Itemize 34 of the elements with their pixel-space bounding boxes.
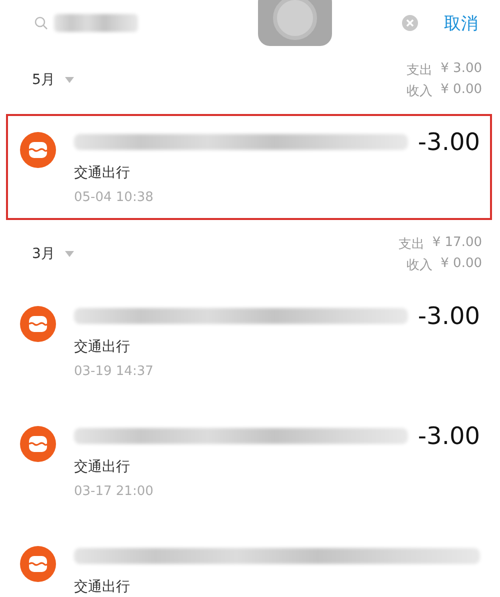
amount: -3.00 [418,302,480,330]
total-value: ¥ 0.00 [440,82,482,98]
transaction-time: 05-04 10:38 [74,190,154,205]
transport-icon [20,132,56,168]
amount: -3.00 [418,422,480,450]
transaction-row[interactable]: -3.00 交通出行 03-17 21:00 [6,408,492,514]
total-label: 支出 [398,236,424,252]
floating-button[interactable] [258,0,332,46]
total-label: 收入 [406,256,433,274]
caret-icon[interactable] [64,77,74,83]
category-label: 交通出行 [74,578,131,596]
total-label: 支出 [406,62,433,78]
month-label[interactable]: 3月 [32,245,55,263]
category-label: 交通出行 [74,164,131,182]
transaction-row[interactable]: -3.00 交通出行 03-19 14:37 [6,288,492,394]
transaction-row[interactable]: 交通出行 [6,528,492,597]
transaction-time: 03-19 14:37 [74,364,154,379]
month-label[interactable]: 5月 [32,71,55,89]
amount: -3.00 [418,128,480,156]
transport-icon [20,306,56,342]
category-label: 交通出行 [74,458,131,476]
transaction-time: 03-17 21:00 [74,484,154,499]
total-value: ¥ 0.00 [440,256,482,272]
category-label: 交通出行 [74,338,131,356]
transport-icon [20,546,56,582]
search-icon [34,16,48,30]
cancel-button[interactable]: 取消 [426,12,478,34]
clear-icon[interactable] [402,15,418,31]
caret-icon[interactable] [64,251,74,257]
total-value: ¥ 17.00 [432,234,482,252]
total-value: ¥ 3.00 [440,60,482,78]
transport-icon [20,426,56,462]
transaction-row[interactable]: -3.00 交通出行 05-04 10:38 [6,114,492,220]
total-label: 收入 [406,82,433,100]
